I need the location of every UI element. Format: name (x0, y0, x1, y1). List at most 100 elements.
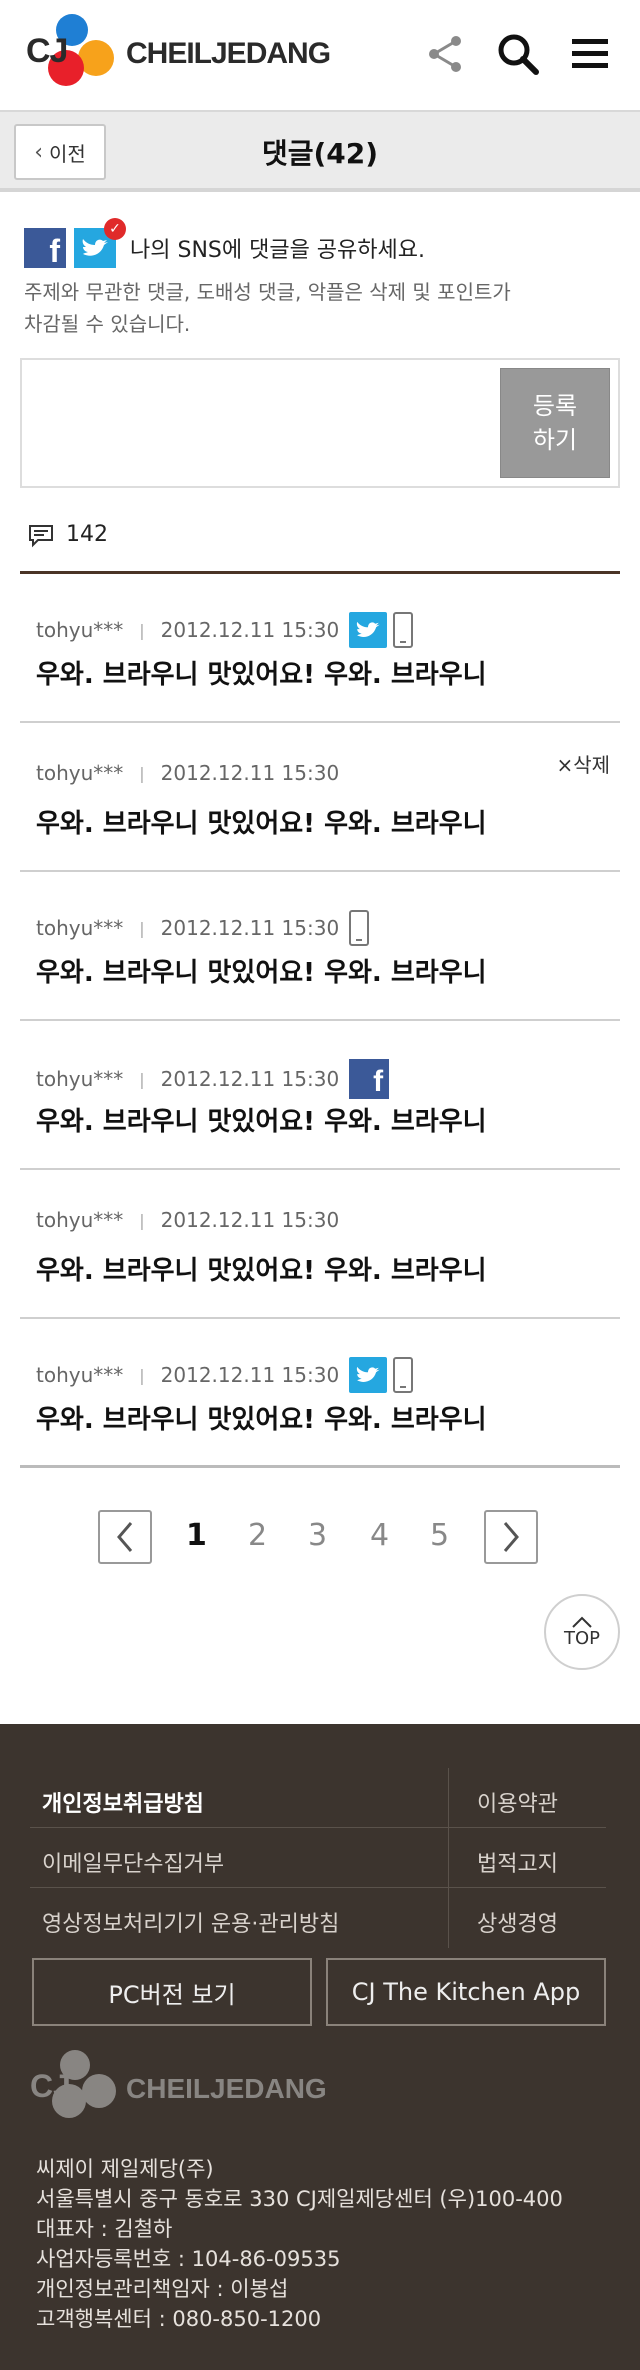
comment-date: 2012.12.11 15:30 (160, 1067, 340, 1091)
terms-link[interactable]: 이용약관 (448, 1768, 558, 1828)
scroll-top-button[interactable]: TOP (544, 1594, 620, 1670)
comment-user: tohyu*** (36, 1208, 124, 1232)
footer-link-row: 개인정보취급방침 이용약관 (30, 1768, 606, 1828)
mobile-icon (393, 612, 414, 648)
comment-count: 142 (66, 522, 108, 547)
comment-item: tohyu*** | 2012.12.11 15:30 ×삭제우와. 브라우니 맛있어… (20, 723, 620, 872)
twitter-share-icon[interactable]: ✓ (74, 218, 126, 268)
page-4[interactable]: 4 (370, 1518, 389, 1553)
page-3[interactable]: 3 (308, 1518, 327, 1553)
company-address: 서울특별시 중구 동호로 330 CJ제일제당센터 (우)100-400 (36, 2187, 563, 2211)
cj-petal-logo-icon: CJ (30, 2050, 126, 2128)
comment-item: tohyu*** | 2012.12.11 15:30 우와. 브라우니 맛있어요! … (20, 1170, 620, 1319)
sns-share-section: f ✓ 나의 SNS에 댓글을 공유하세요. (0, 192, 640, 310)
search-icon[interactable] (496, 32, 540, 76)
meta-separator: | (139, 918, 145, 938)
company-name: 씨제이 제일제당(주) (36, 2157, 214, 2181)
delete-comment-button[interactable]: ×삭제 (556, 749, 610, 778)
company-info: 씨제이 제일제당(주) 서울특별시 중구 동호로 330 CJ제일제당센터 (우… (36, 2154, 563, 2334)
comment-date: 2012.12.11 15:30 (160, 1363, 340, 1387)
email-refusal-link[interactable]: 이메일무단수집거부 (42, 1846, 224, 1878)
comment-user: tohyu*** (36, 1363, 124, 1387)
meta-separator: | (139, 1365, 145, 1385)
next-page-button[interactable] (484, 1510, 538, 1564)
pc-version-button[interactable]: PC버전 보기 (32, 1958, 312, 2026)
comment-input[interactable] (22, 360, 492, 486)
page-2[interactable]: 2 (248, 1518, 267, 1553)
site-header: CJ CHEILJEDANG (0, 0, 640, 112)
comment-meta: tohyu*** | 2012.12.11 15:30 (36, 1357, 414, 1393)
comment-date: 2012.12.11 15:30 (160, 618, 340, 642)
win-win-management-link[interactable]: 상생경영 (448, 1888, 558, 1948)
notice-line-2: 차감될 수 있습니다. (24, 312, 191, 336)
comment-meta: tohyu*** | 2012.12.11 15:30 (36, 761, 349, 785)
comment-date: 2012.12.11 15:30 (160, 916, 340, 940)
check-icon: ✓ (104, 218, 126, 240)
footer-link-row: 이메일무단수집거부 법적고지 (30, 1828, 606, 1888)
submit-label-line-2: 하기 (532, 426, 578, 454)
chevron-up-icon (572, 1616, 592, 1628)
facebook-share-icon[interactable]: f (24, 228, 66, 269)
meta-separator: | (139, 620, 145, 640)
prev-page-button[interactable] (98, 1510, 152, 1564)
meta-separator: | (139, 1210, 145, 1230)
submit-label-line-1: 등록 (532, 392, 578, 420)
top-label: TOP (563, 1627, 601, 1649)
comment-badges (349, 612, 414, 648)
logo-cj-text: CJ (26, 32, 68, 70)
comment-text: 우와. 브라우니 맛있어요! 우와. 브라우니 (36, 1107, 487, 1137)
footer-links: 개인정보취급방침 이용약관 이메일무단수집거부 법적고지 영상정보처리기기 운용… (30, 1768, 606, 1948)
comment-user: tohyu*** (36, 916, 124, 940)
chevron-right-icon (503, 1522, 519, 1552)
business-number: 사업자등록번호 : 104-86-09535 (36, 2247, 341, 2271)
meta-separator: | (139, 763, 145, 783)
legal-notice-link[interactable]: 법적고지 (448, 1828, 558, 1888)
comment-form: 등록 하기 (20, 358, 620, 488)
site-footer: 개인정보취급방침 이용약관 이메일무단수집거부 법적고지 영상정보처리기기 운용… (0, 1724, 640, 2370)
page-1[interactable]: 1 (186, 1518, 207, 1553)
cctv-policy-link[interactable]: 영상정보처리기기 운용·관리방침 (42, 1906, 339, 1938)
comment-text: 우와. 브라우니 맛있어요! 우와. 브라우니 (36, 1256, 487, 1286)
footer-logo-brand-text: CHEILJEDANG (126, 2073, 327, 2104)
mobile-icon (393, 1357, 414, 1393)
comment-text: 우와. 브라우니 맛있어요! 우와. 브라우니 (36, 809, 487, 839)
page-title: 댓글(42) (261, 137, 379, 170)
cj-logo[interactable]: CJ CHEILJEDANG (26, 14, 331, 94)
comment-badges: f (349, 1059, 390, 1099)
twitter-icon (349, 1357, 388, 1393)
comment-text: 우와. 브라우니 맛있어요! 우와. 브라우니 (36, 958, 487, 988)
submit-comment-button[interactable]: 등록 하기 (500, 368, 610, 478)
footer-logo: CJ CHEILJEDANG (30, 2050, 327, 2128)
comment-text: 우와. 브라우니 맛있어요! 우와. 브라우니 (36, 660, 487, 690)
share-icon[interactable] (424, 32, 468, 76)
comment-meta: tohyu*** | 2012.12.11 15:30 (36, 1208, 349, 1232)
footer-buttons: PC버전 보기 CJ The Kitchen App (32, 1958, 620, 2026)
chevron-left-icon (117, 1522, 133, 1552)
facebook-icon: f (349, 1059, 390, 1099)
footer-link-row: 영상정보처리기기 운용·관리방침 상생경영 (30, 1888, 606, 1948)
comment-date: 2012.12.11 15:30 (160, 1208, 340, 1232)
comment-meta: tohyu*** | 2012.12.11 15:30 (36, 612, 414, 648)
kitchen-app-button[interactable]: CJ The Kitchen App (326, 1958, 606, 2026)
comment-badges (349, 910, 370, 946)
comment-item: tohyu*** | 2012.12.11 15:30 우와. 브라우니 맛있어요! … (20, 872, 620, 1021)
comment-badges (349, 1357, 414, 1393)
comment-text: 우와. 브라우니 맛있어요! 우와. 브라우니 (36, 1405, 487, 1435)
hamburger-menu-icon[interactable] (568, 32, 612, 76)
privacy-officer: 개인정보관리책임자 : 이봉섭 (36, 2277, 289, 2301)
footer-logo-cj-text: CJ (30, 2068, 71, 2104)
speech-bubble-icon (29, 525, 53, 548)
cj-petal-logo-icon: CJ (26, 14, 122, 94)
comment-meta: tohyu*** | 2012.12.11 15:30 f (36, 1059, 390, 1099)
page-5[interactable]: 5 (430, 1518, 449, 1553)
comment-user: tohyu*** (36, 1067, 124, 1091)
comment-item: tohyu*** | 2012.12.11 15:30 우와. 브라우니 맛있어요! … (20, 1319, 620, 1468)
twitter-icon (349, 612, 388, 648)
comment-user: tohyu*** (36, 761, 124, 785)
privacy-policy-link[interactable]: 개인정보취급방침 (42, 1786, 204, 1818)
meta-separator: | (139, 1069, 145, 1089)
mobile-icon (349, 910, 370, 946)
comment-list: tohyu*** | 2012.12.11 15:30 우와. 브라우니 맛있어요! … (0, 574, 640, 1468)
comment-date: 2012.12.11 15:30 (160, 761, 340, 785)
comment-user: tohyu*** (36, 618, 124, 642)
